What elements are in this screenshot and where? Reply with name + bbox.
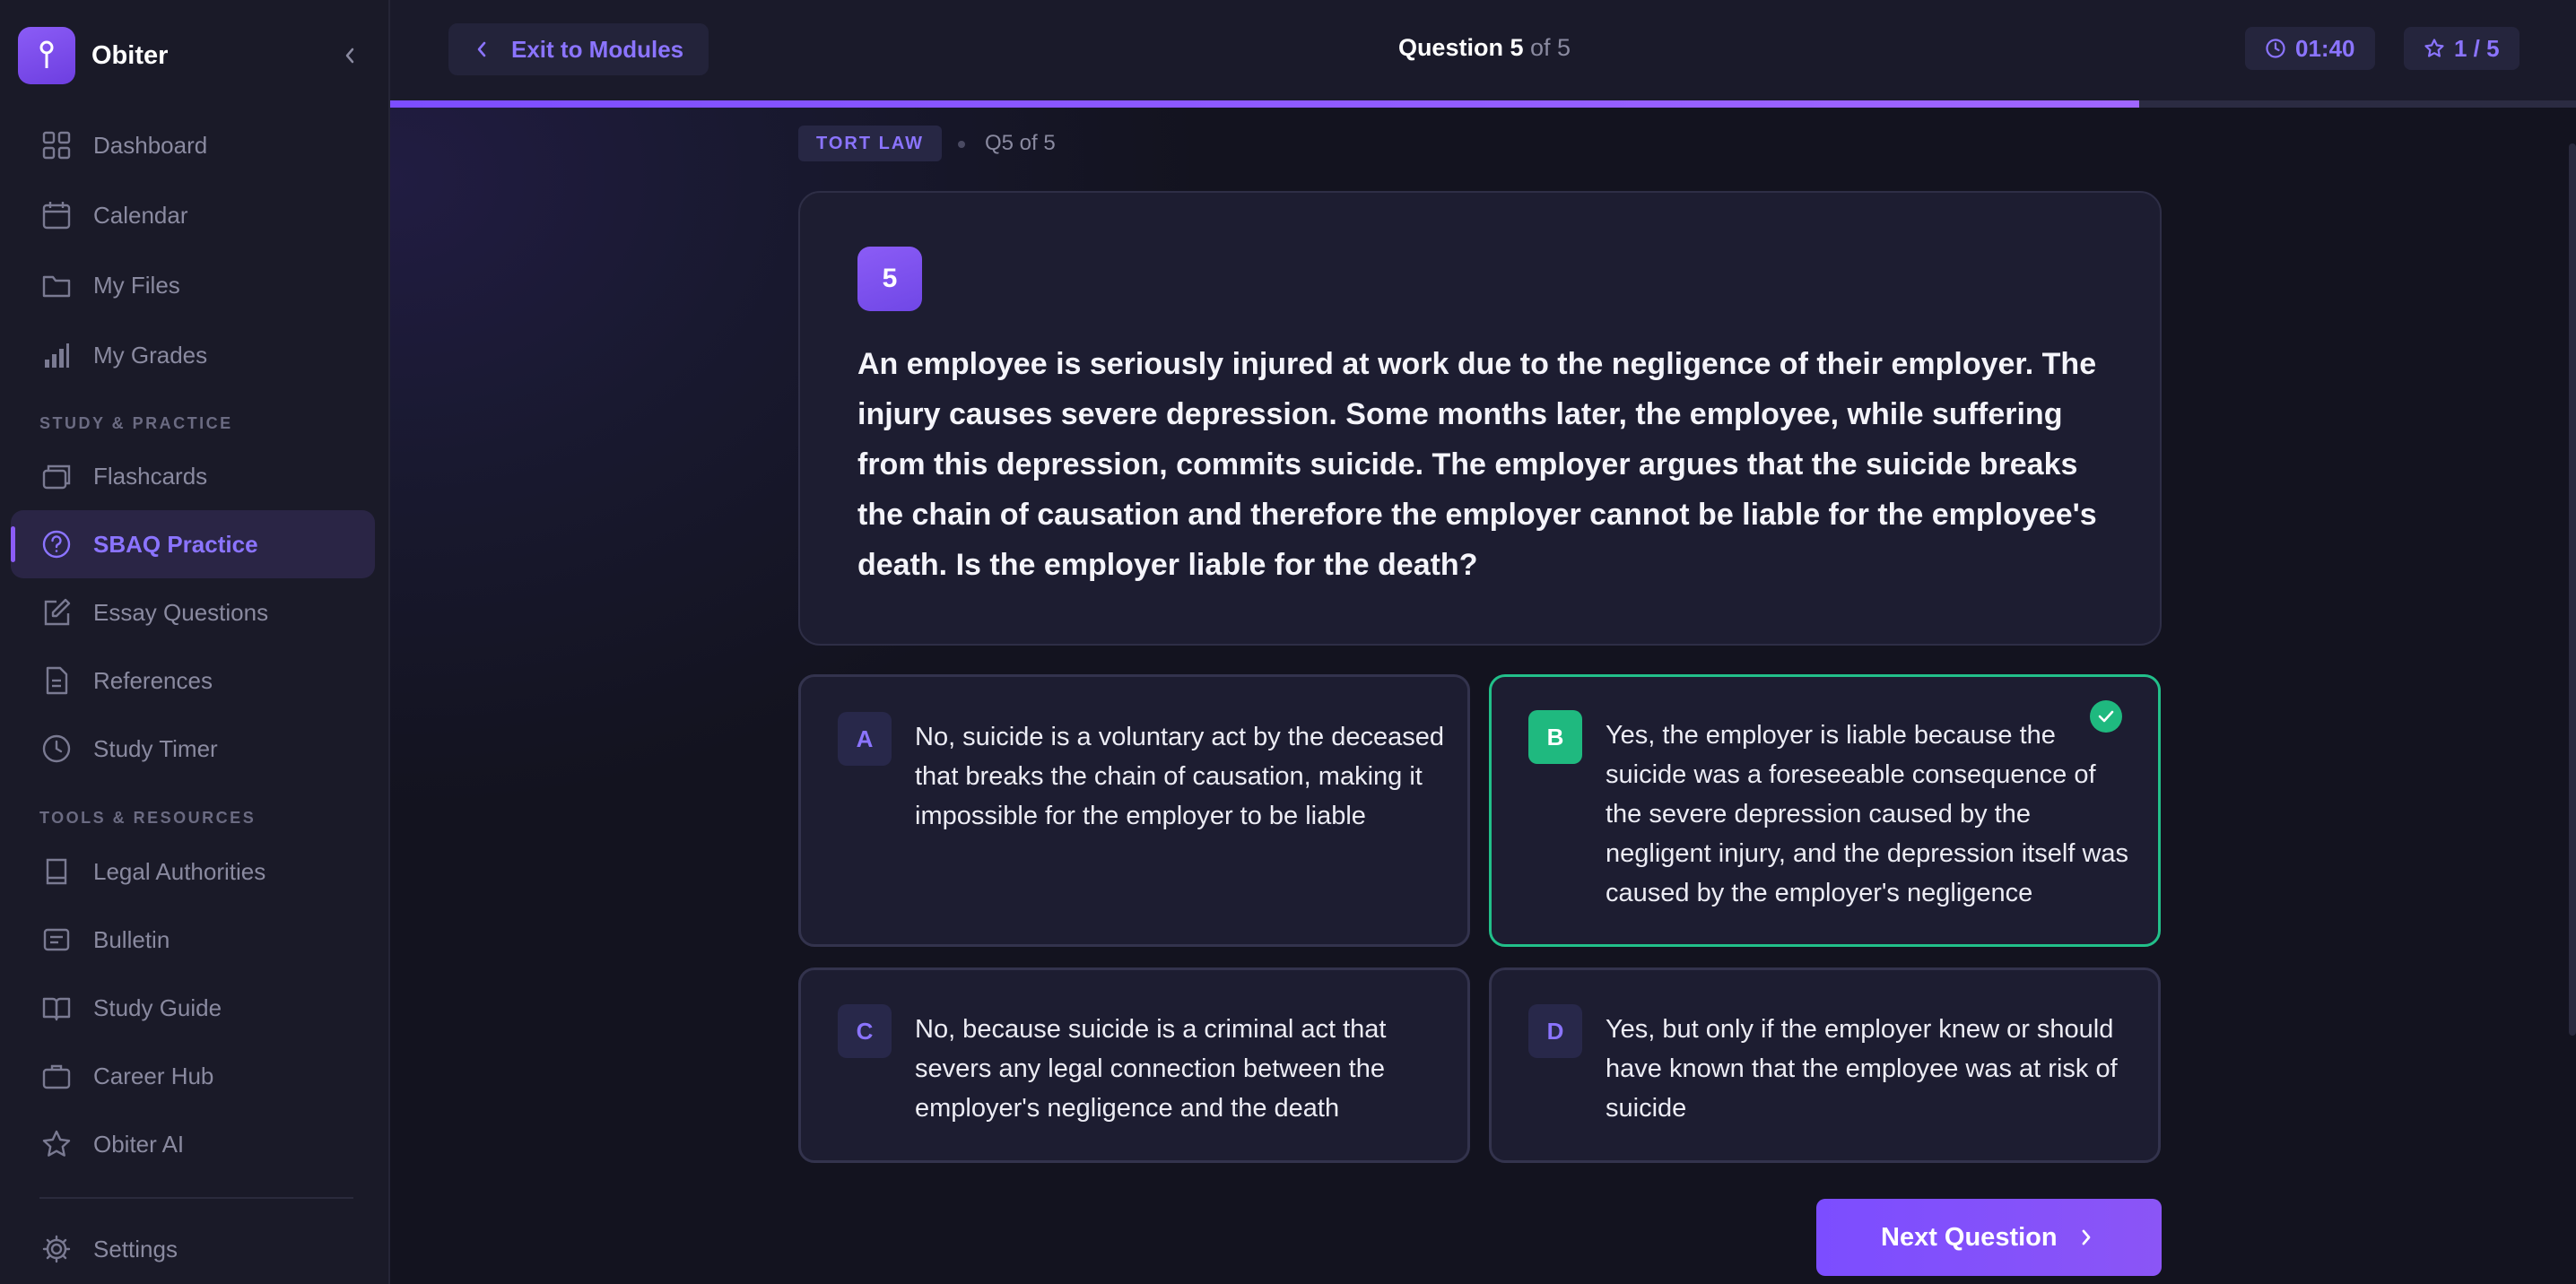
sidebar-item-references[interactable]: References xyxy=(11,646,375,715)
option-text: Yes, but only if the employer knew or sh… xyxy=(1606,1015,2118,1123)
clock-icon xyxy=(39,732,74,766)
question-counter: Question 5 of 5 xyxy=(1397,34,1571,61)
option-letter: A xyxy=(838,712,892,766)
sidebar-item-sbaq-practice[interactable]: SBAQ Practice xyxy=(11,510,375,578)
star-icon xyxy=(2424,39,2444,57)
collapse-sidebar-button[interactable] xyxy=(332,38,368,74)
progress-fill xyxy=(390,100,2139,108)
sidebar-item-study-guide[interactable]: Study Guide xyxy=(11,974,375,1042)
sidebar-item-obiter-ai[interactable]: Obiter AI xyxy=(11,1110,375,1178)
option-text: No, suicide is a voluntary act by the de… xyxy=(915,723,1444,830)
option-text: Yes, the employer is liable because the … xyxy=(1606,721,2129,907)
grid-icon xyxy=(39,128,74,162)
brand-logo-icon xyxy=(18,27,75,84)
brand[interactable]: Obiter xyxy=(18,27,368,84)
main-content: Exit to Modules Question 5 of 5 01:40 1 … xyxy=(390,0,2576,1284)
sidebar-item-essay-questions[interactable]: Essay Questions xyxy=(11,578,375,646)
question-circle-icon xyxy=(39,527,74,561)
sidebar-item-flashcards[interactable]: Flashcards xyxy=(11,442,375,510)
sidebar-divider xyxy=(39,1197,353,1199)
question-number-badge: 5 xyxy=(857,247,922,311)
sidebar-item-career-hub[interactable]: Career Hub xyxy=(11,1042,375,1110)
scrollbar[interactable] xyxy=(2569,143,2576,1036)
gear-icon xyxy=(39,1232,74,1266)
separator-dot xyxy=(958,141,965,148)
sidebar-item-settings[interactable]: Settings xyxy=(11,1215,375,1283)
subject-tag: TORT LAW xyxy=(798,126,943,161)
question-card: 5 An employee is seriously injured at wo… xyxy=(798,191,2162,646)
answer-option-b[interactable]: B Yes, the employer is liable because th… xyxy=(1489,674,2161,947)
chevron-right-icon xyxy=(2082,1229,2091,1245)
timer-badge: 01:40 xyxy=(2245,27,2375,70)
document-icon xyxy=(39,664,74,698)
topbar: Exit to Modules Question 5 of 5 01:40 1 … xyxy=(390,0,2576,100)
book-icon xyxy=(39,855,74,889)
briefcase-icon xyxy=(39,1059,74,1093)
answer-option-c[interactable]: C No, because suicide is a criminal act … xyxy=(798,967,1470,1163)
sidebar-item-calendar[interactable]: Calendar xyxy=(11,181,375,249)
answer-option-a[interactable]: A No, suicide is a voluntary act by the … xyxy=(798,674,1470,947)
chevron-left-icon xyxy=(477,41,486,57)
score-badge: 1 / 5 xyxy=(2404,27,2519,70)
sidebar-item-bulletin[interactable]: Bulletin xyxy=(11,906,375,974)
bulletin-icon xyxy=(39,923,74,957)
sidebar: Obiter Dashboard Calendar My Files My Gr… xyxy=(0,0,390,1284)
sidebar-item-legal-authorities[interactable]: Legal Authorities xyxy=(11,837,375,906)
sidebar-item-dashboard[interactable]: Dashboard xyxy=(11,111,375,179)
sidebar-item-my-files[interactable]: My Files xyxy=(11,251,375,319)
option-letter: D xyxy=(1528,1004,1582,1058)
next-question-button[interactable]: Next Question xyxy=(1816,1199,2162,1276)
option-text: No, because suicide is a criminal act th… xyxy=(915,1015,1387,1123)
clock-icon xyxy=(2266,39,2285,58)
open-book-icon xyxy=(39,991,74,1025)
answer-option-d[interactable]: D Yes, but only if the employer knew or … xyxy=(1489,967,2161,1163)
option-letter: B xyxy=(1528,710,1582,764)
cards-icon xyxy=(39,459,74,493)
edit-icon xyxy=(39,595,74,629)
progress-bar xyxy=(390,100,2576,108)
brand-name: Obiter xyxy=(91,40,169,70)
sidebar-item-study-timer[interactable]: Study Timer xyxy=(11,715,375,783)
option-letter: C xyxy=(838,1004,892,1058)
folder-icon xyxy=(39,268,74,302)
sidebar-item-my-grades[interactable]: My Grades xyxy=(11,321,375,389)
chevron-left-icon xyxy=(345,48,354,64)
section-label-tools: TOOLS & RESOURCES xyxy=(39,809,257,827)
calendar-icon xyxy=(39,198,74,232)
bar-chart-icon xyxy=(39,338,74,372)
question-position: Q5 of 5 xyxy=(985,131,1056,155)
star-icon xyxy=(39,1127,74,1161)
section-label-study: STUDY & PRACTICE xyxy=(39,414,233,432)
exit-to-modules-button[interactable]: Exit to Modules xyxy=(448,23,709,75)
check-icon xyxy=(2090,700,2122,733)
app-root: Obiter Dashboard Calendar My Files My Gr… xyxy=(0,0,2576,1284)
question-text: An employee is seriously injured at work… xyxy=(857,347,2097,582)
